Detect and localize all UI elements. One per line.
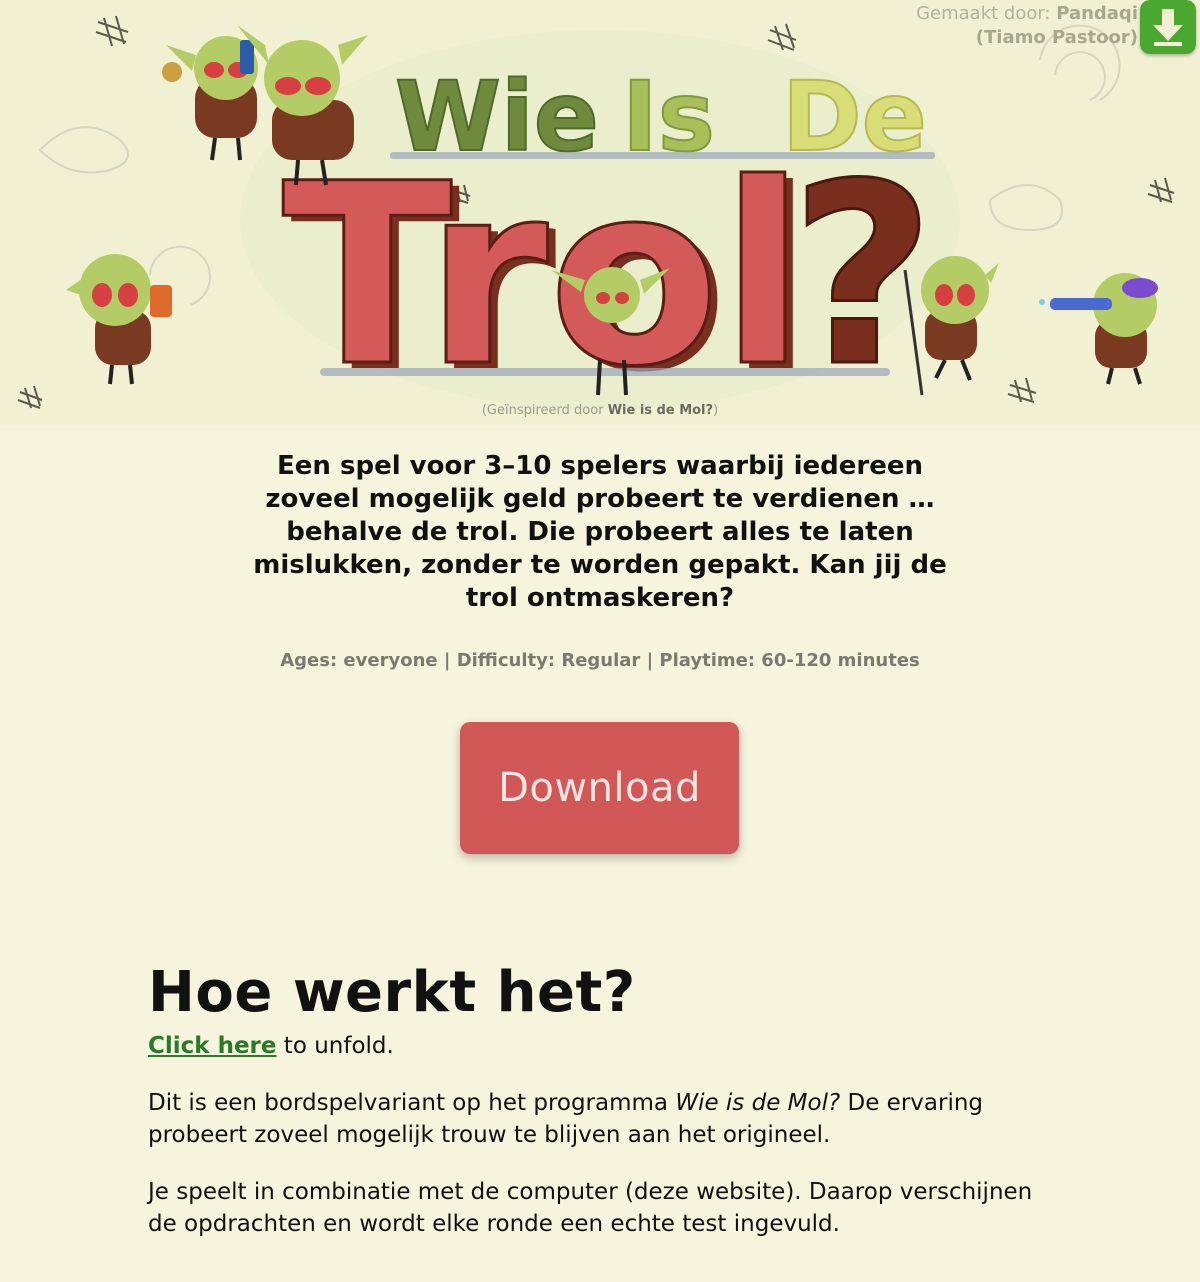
intro-text: Een spel voor 3–10 spelers waarbij ieder… [253, 451, 947, 613]
paragraph-intro-start: Dit is een bordspelvariant op het progra… [148, 1090, 676, 1116]
credit-label: Gemaakt door: [916, 3, 1051, 24]
download-button[interactable]: Download [460, 722, 739, 854]
maker-credit: Gemaakt door: Pandaqi (Tiamo Pastoor) [916, 2, 1138, 50]
paragraph-computer: Je speelt in combinatie met de computer … [148, 1179, 1033, 1237]
download-corner-button[interactable] [1140, 0, 1196, 54]
inspired-name: Wie is de Mol? [607, 403, 714, 418]
goblin-with-water-gun [1039, 273, 1158, 385]
goblin-with-can [66, 254, 172, 385]
credit-person: (Tiamo Pastoor) [975, 27, 1138, 48]
header-illustration: Wie Is De Trol Trol ? [17, 15, 1175, 425]
header-banner: Wie Is De Trol Trol ? Gemaakt door: Pand… [0, 0, 1200, 425]
download-arrow-icon [1153, 9, 1183, 46]
game-meta: Ages: everyone | Difficulty: Regular | P… [280, 650, 920, 671]
how-it-works-section: Hoe werkt het? Click here to unfold. Dit… [148, 958, 1068, 1240]
credit-name-link[interactable]: Pandaqi [1056, 3, 1138, 24]
show-title: Wie is de Mol? [675, 1090, 841, 1116]
inspired-suffix: ) [713, 403, 719, 418]
page: Wie Is De Trol Trol ? Gemaakt door: Pand… [0, 0, 1200, 1282]
unfold-link[interactable]: Click here [148, 1033, 277, 1059]
paragraph-intro: Dit is een bordspelvariant op het progra… [148, 1087, 1068, 1151]
inspired-note: (Geïnspireerd door Wie is de Mol?) [0, 403, 1200, 418]
unfold-text: to unfold. [276, 1033, 394, 1059]
section-title: Hoe werkt het? [148, 960, 636, 1025]
svg-text:?: ? [790, 130, 935, 421]
goblin-with-phone [162, 36, 258, 161]
unfold-line: Click here to unfold. [148, 1030, 1068, 1062]
inspired-prefix: (Geïnspireerd door [481, 403, 608, 418]
svg-text:Trol: Trol [282, 130, 806, 421]
